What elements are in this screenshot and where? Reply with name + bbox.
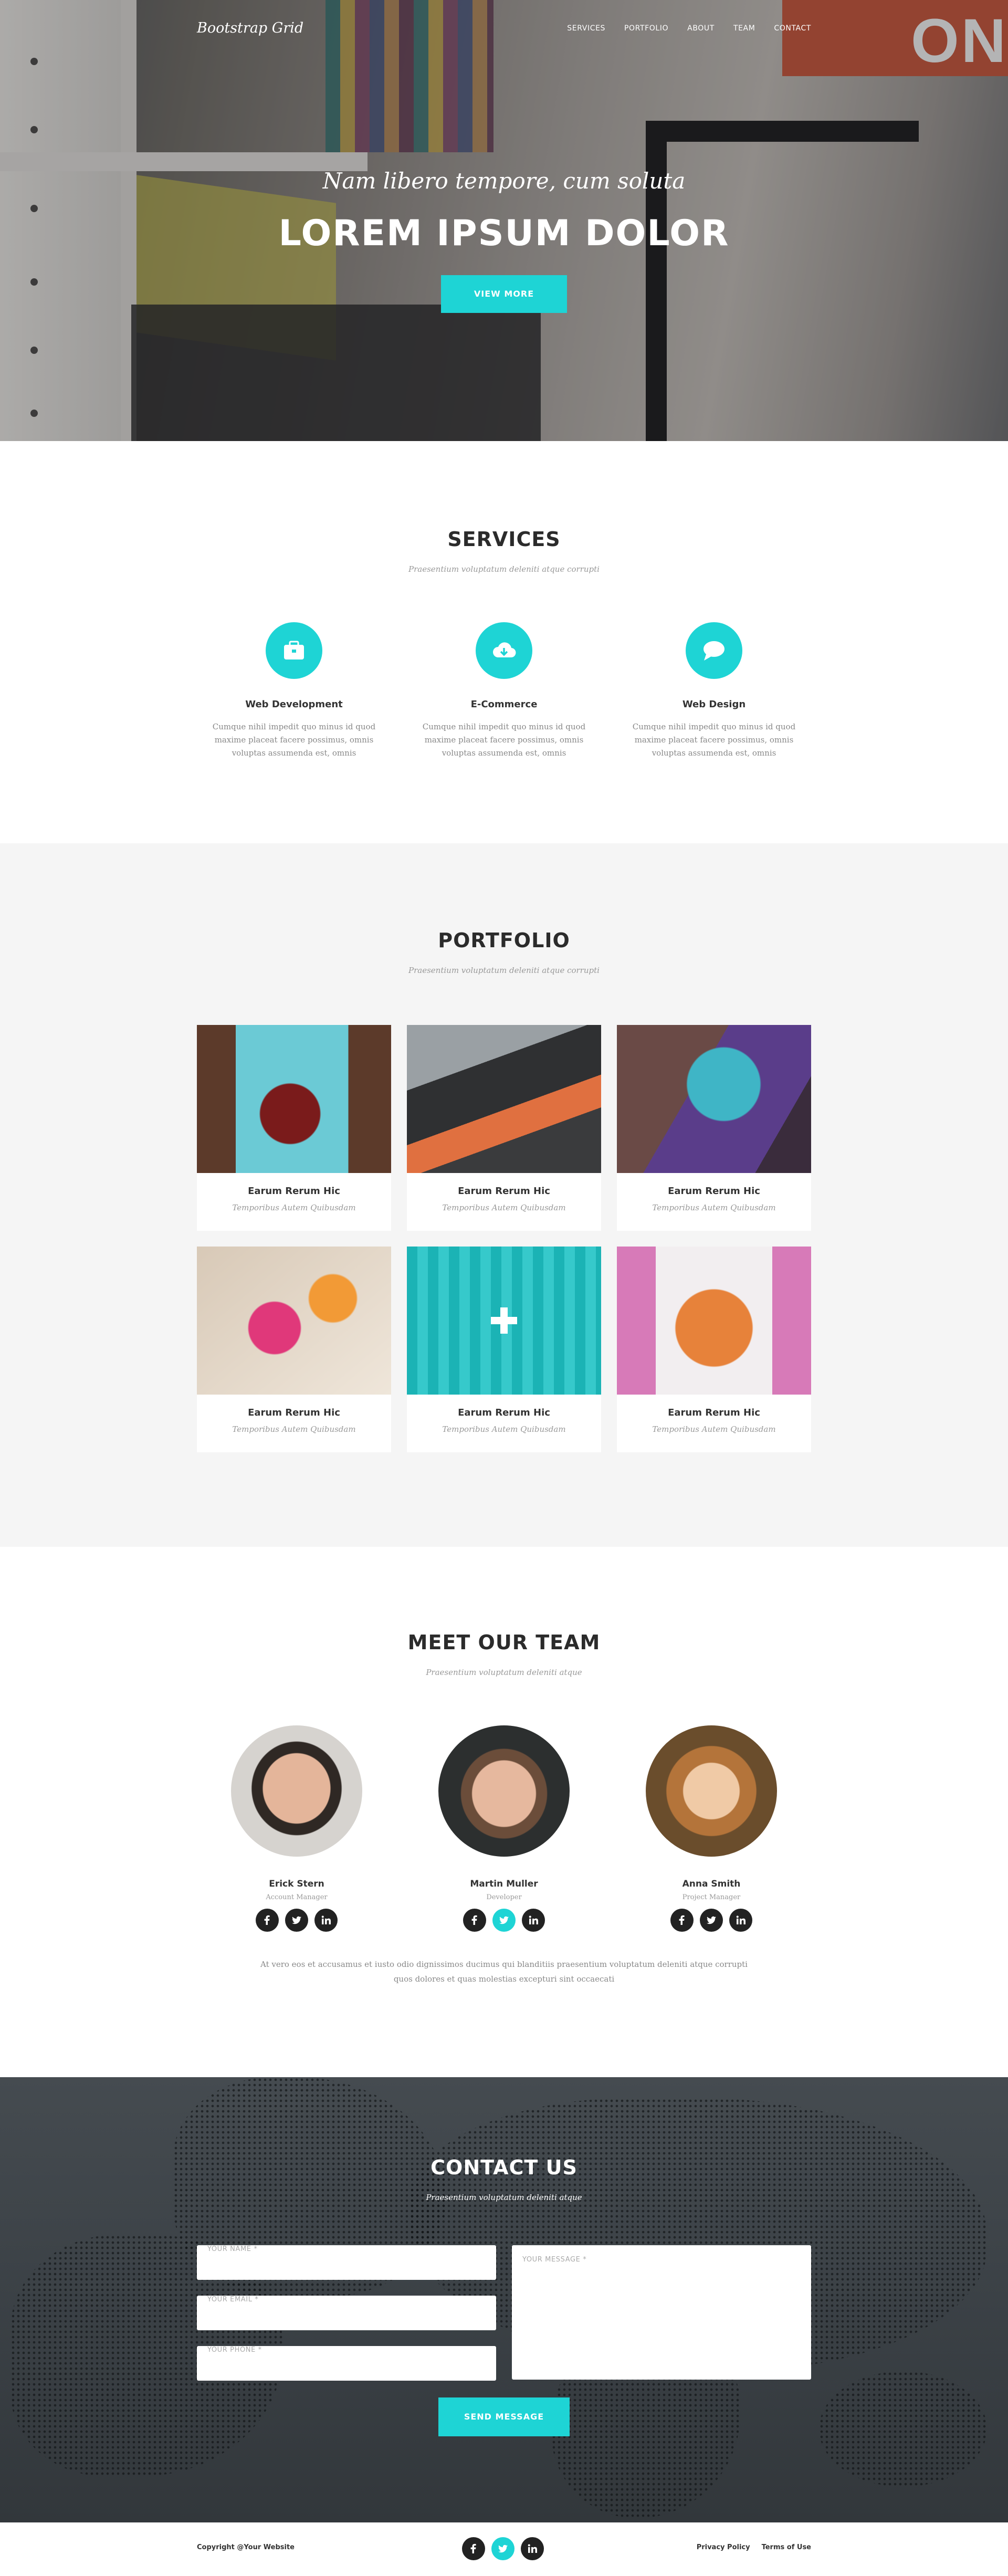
portfolio-item[interactable]: Earum Rerum Hic Temporibus Autem Quibusda… [197, 1025, 391, 1231]
portfolio-item-title: Earum Rerum Hic [458, 1407, 550, 1418]
portfolio-item-subtitle: Temporibus Autem Quibusdam [652, 1203, 776, 1212]
hero-subtitle: Nam libero tempore, cum soluta [322, 168, 686, 194]
copyright-text: Copyright @Your Website [197, 2543, 295, 2551]
team-member: Anna Smith Project Manager [646, 1725, 777, 1932]
message-field[interactable]: YOUR MESSAGE * [512, 2245, 811, 2380]
email-field[interactable]: YOUR EMAIL * [197, 2296, 496, 2330]
service-item: Web Design Cumque nihil impedit quo minu… [617, 622, 811, 760]
send-message-button[interactable]: SEND MESSAGE [438, 2397, 570, 2436]
facebook-icon[interactable] [256, 1909, 279, 1932]
portfolio-image[interactable] [617, 1247, 811, 1395]
facebook-icon[interactable] [670, 1909, 694, 1932]
team-section: MEET OUR TEAM Praesentium voluptatum del… [0, 1547, 1008, 2077]
portfolio-item[interactable]: Earum Rerum Hic Temporibus Autem Quibusda… [407, 1025, 601, 1231]
hero-title: LOREM IPSUM DOLOR [278, 213, 730, 254]
portfolio-image[interactable] [197, 1247, 391, 1395]
hero-section: ON Bootstrap Grid SERVICES PORTFOLIO ABO… [0, 0, 1008, 441]
portfolio-image[interactable] [617, 1025, 811, 1173]
service-title: Web Design [682, 699, 746, 710]
portfolio-item[interactable]: Earum Rerum Hic Temporibus Autem Quibusda… [617, 1025, 811, 1231]
portfolio-item-subtitle: Temporibus Autem Quibusdam [652, 1425, 776, 1434]
portfolio-item[interactable]: Earum Rerum Hic Temporibus Autem Quibusda… [197, 1247, 391, 1452]
team-subtitle: Praesentium voluptatum deleniti atque [426, 1668, 582, 1677]
nav-contact[interactable]: CONTACT [774, 24, 811, 33]
privacy-policy-link[interactable]: Privacy Policy [697, 2543, 750, 2551]
brand-logo[interactable]: Bootstrap Grid [197, 20, 303, 36]
services-subtitle: Praesentium voluptatum deleniti atque co… [408, 564, 600, 574]
facebook-icon[interactable] [462, 2537, 485, 2560]
nav-about[interactable]: ABOUT [687, 24, 715, 33]
linkedin-icon[interactable] [729, 1909, 752, 1932]
service-item: Web Development Cumque nihil impedit quo… [197, 622, 391, 760]
portfolio-title: PORTFOLIO [438, 929, 570, 952]
portfolio-item[interactable]: Earum Rerum Hic Temporibus Autem Quibusda… [617, 1247, 811, 1452]
team-description: At vero eos et accusamus et iusto odio d… [260, 1960, 748, 1984]
portfolio-item-subtitle: Temporibus Autem Quibusdam [442, 1425, 566, 1434]
member-name: Erick Stern [269, 1879, 324, 1889]
chat-bubble-icon [686, 622, 742, 679]
team-title: MEET OUR TEAM [407, 1631, 601, 1654]
member-name: Anna Smith [682, 1879, 741, 1889]
member-name: Martin Muller [470, 1879, 538, 1889]
main-nav: SERVICES PORTFOLIO ABOUT TEAM CONTACT [567, 24, 811, 33]
portfolio-image-hover[interactable] [407, 1247, 601, 1395]
contact-subtitle: Praesentium voluptatum deleniti atque [426, 2193, 582, 2202]
contact-title: CONTACT US [430, 2156, 578, 2179]
linkedin-icon[interactable] [522, 1909, 545, 1932]
member-role: Account Manager [266, 1893, 328, 1901]
member-role: Developer [486, 1893, 522, 1901]
nav-portfolio[interactable]: PORTFOLIO [624, 24, 668, 33]
nav-services[interactable]: SERVICES [567, 24, 605, 33]
twitter-icon[interactable] [491, 2537, 514, 2560]
service-text: Cumque nihil impedit quo minus id quod m… [212, 722, 376, 758]
cloud-download-icon [476, 622, 532, 679]
plus-icon[interactable] [491, 1307, 517, 1334]
portfolio-image[interactable] [407, 1025, 601, 1173]
services-section: SERVICES Praesentium voluptatum deleniti… [0, 441, 1008, 843]
service-text: Cumque nihil impedit quo minus id quod m… [422, 722, 586, 758]
portfolio-item-subtitle: Temporibus Autem Quibusdam [232, 1203, 356, 1212]
portfolio-item-title: Earum Rerum Hic [248, 1407, 340, 1418]
avatar [231, 1725, 362, 1857]
portfolio-item-title: Earum Rerum Hic [668, 1186, 760, 1197]
member-role: Project Manager [682, 1893, 741, 1901]
contact-section: CONTACT US Praesentium voluptatum deleni… [0, 2077, 1008, 2522]
contact-form: YOUR NAME * YOUR EMAIL * YOUR PHONE * YO… [197, 2245, 811, 2396]
linkedin-icon[interactable] [521, 2537, 544, 2560]
navbar: Bootstrap Grid SERVICES PORTFOLIO ABOUT … [0, 0, 1008, 58]
avatar [438, 1725, 570, 1857]
facebook-icon[interactable] [463, 1909, 486, 1932]
service-item: E-Commerce Cumque nihil impedit quo minu… [407, 622, 601, 760]
portfolio-section: PORTFOLIO Praesentium voluptatum delenit… [0, 843, 1008, 1547]
portfolio-item-title: Earum Rerum Hic [668, 1407, 760, 1418]
portfolio-item-subtitle: Temporibus Autem Quibusdam [232, 1425, 356, 1434]
briefcase-icon [266, 622, 322, 679]
twitter-icon[interactable] [285, 1909, 308, 1932]
service-title: E-Commerce [470, 699, 538, 710]
twitter-icon[interactable] [492, 1909, 516, 1932]
portfolio-subtitle: Praesentium voluptatum deleniti atque co… [408, 966, 600, 975]
footer: Copyright @Your Website Privacy Policy T… [0, 2522, 1008, 2576]
terms-of-use-link[interactable]: Terms of Use [762, 2543, 811, 2551]
view-more-button[interactable]: VIEW MORE [441, 275, 567, 313]
hero-content: Nam libero tempore, cum soluta LOREM IPS… [0, 168, 1008, 313]
name-field[interactable]: YOUR NAME * [197, 2245, 496, 2280]
team-member: Erick Stern Account Manager [231, 1725, 362, 1932]
service-title: Web Development [245, 699, 343, 710]
avatar [646, 1725, 777, 1857]
portfolio-item[interactable]: Earum Rerum Hic Temporibus Autem Quibusda… [407, 1247, 601, 1452]
nav-team[interactable]: TEAM [733, 24, 755, 33]
phone-field[interactable]: YOUR PHONE * [197, 2346, 496, 2381]
service-text: Cumque nihil impedit quo minus id quod m… [632, 722, 796, 758]
portfolio-item-title: Earum Rerum Hic [248, 1186, 340, 1197]
portfolio-item-subtitle: Temporibus Autem Quibusdam [442, 1203, 566, 1212]
portfolio-image[interactable] [197, 1025, 391, 1173]
twitter-icon[interactable] [700, 1909, 723, 1932]
services-title: SERVICES [447, 528, 561, 551]
portfolio-item-title: Earum Rerum Hic [458, 1186, 550, 1197]
linkedin-icon[interactable] [314, 1909, 338, 1932]
team-member: Martin Muller Developer [438, 1725, 570, 1932]
